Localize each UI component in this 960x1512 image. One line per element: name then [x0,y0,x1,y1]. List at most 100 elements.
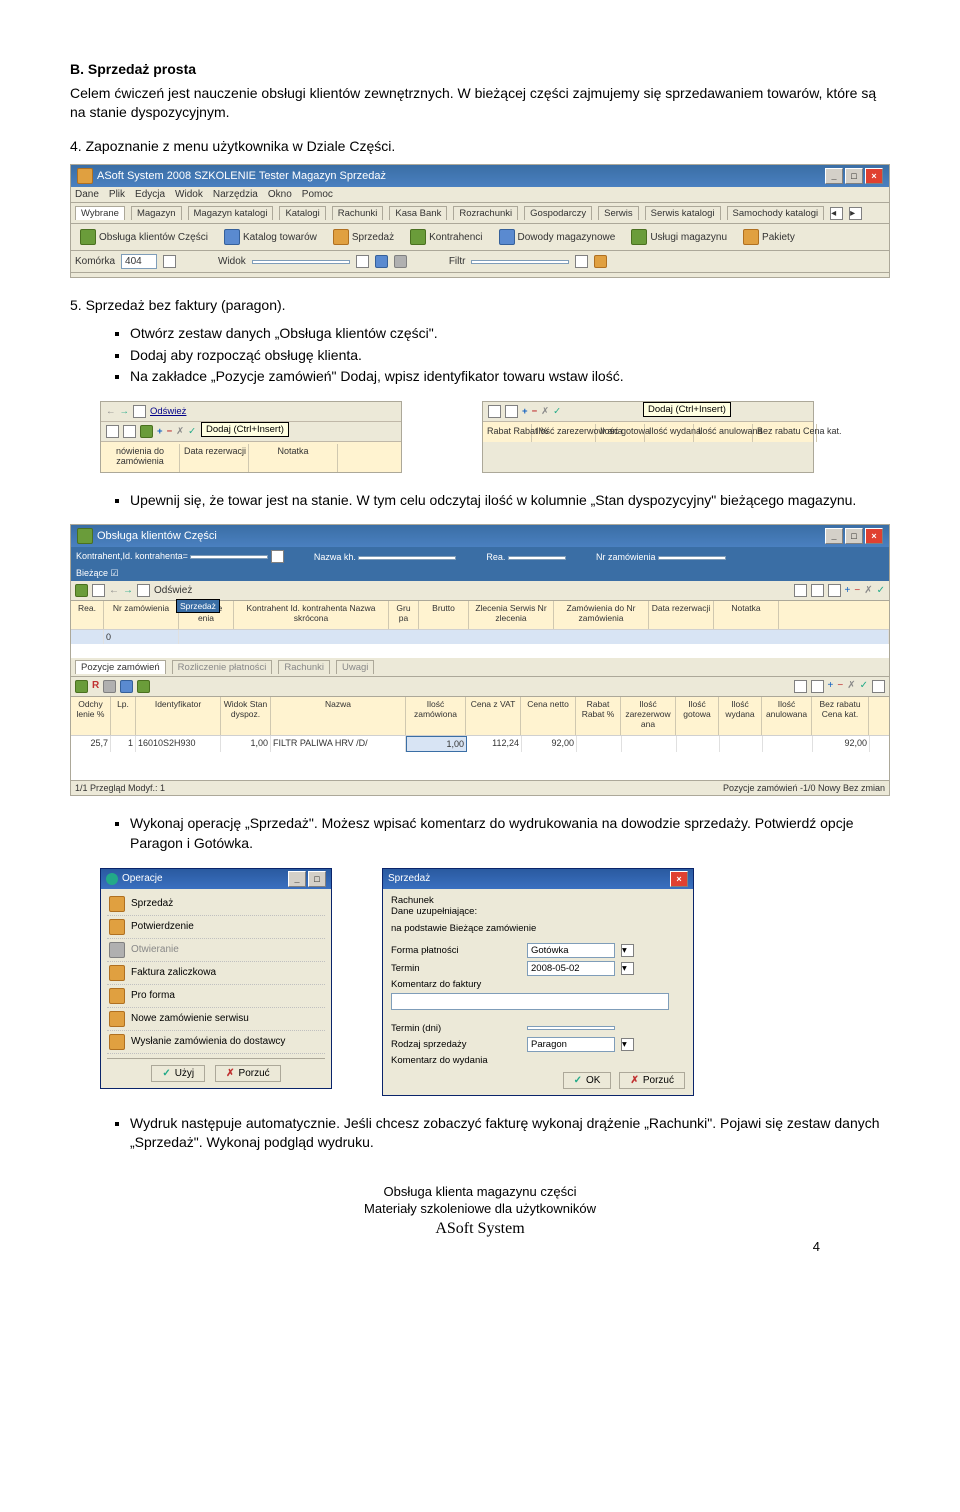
btn-ok[interactable]: ✓OK [563,1072,612,1089]
op-nowe-zamowienie[interactable]: Nowe zamówienie serwisu [107,1008,325,1031]
op-proforma[interactable]: Pro forma [107,985,325,1008]
close-button[interactable]: × [670,871,688,887]
minimize-button[interactable]: _ [288,871,306,887]
grid-icon[interactable] [488,405,501,418]
icon[interactable] [120,680,133,693]
plus-icon[interactable] [140,425,153,438]
op-icon [109,988,125,1004]
tooltip-dodaj2: Dodaj (Ctrl+Insert) [643,402,731,417]
btn-sprzedaz[interactable]: Sprzedaż [328,227,399,247]
tab-serwis-katalogi[interactable]: Serwis katalogi [645,206,721,220]
tab-wybrane[interactable]: Wybrane [75,206,125,220]
close-button[interactable]: × [865,528,883,544]
scroll-right-icon[interactable]: ▸ [849,207,862,220]
refresh-icon[interactable] [137,584,150,597]
btn-kontrahenci[interactable]: Kontrahenci [405,227,487,247]
col: Cena z VAT [466,697,521,735]
sp-field-termin[interactable]: 2008-05-02 [527,961,615,976]
icon[interactable] [811,680,824,693]
icon[interactable] [872,680,885,693]
calendar-icon[interactable]: ▾ [621,962,634,975]
menu-widok[interactable]: Widok [175,189,203,200]
minimize-button[interactable]: _ [825,528,843,544]
op-potwierdzenie[interactable]: Potwierdzenie [107,916,325,939]
op-faktura[interactable]: Faktura zaliczkowa [107,962,325,985]
tool-icon2[interactable] [394,255,407,268]
btn-dowody[interactable]: Dowody magazynowe [494,227,621,247]
tab-pozycje[interactable]: Pozycje zamówień [75,660,166,674]
grid-icon[interactable] [106,425,119,438]
op-sprzedaz[interactable]: Sprzedaż [107,893,325,916]
menu-plik[interactable]: Plik [109,189,125,200]
tool-icon[interactable] [375,255,388,268]
menu-narzedzia[interactable]: Narzędzia [213,189,258,200]
tab-serwis[interactable]: Serwis [598,206,639,220]
kontrahent-field[interactable] [190,555,268,559]
sp-field-rodzaj[interactable]: Paragon [527,1037,615,1052]
maximize-button[interactable]: □ [308,871,326,887]
col-header: Ilość wydana [645,424,694,442]
save-icon[interactable] [828,584,841,597]
nazwa-field[interactable] [358,556,456,560]
save-icon[interactable] [505,405,518,418]
menu-pomoc[interactable]: Pomoc [302,189,333,200]
icon[interactable] [103,680,116,693]
minimize-button[interactable]: _ [825,168,843,184]
tab-uwagi[interactable]: Uwagi [336,660,374,674]
filtr-dropdown-icon[interactable] [575,255,588,268]
maximize-button[interactable]: □ [845,528,863,544]
dropdown-icon[interactable]: ▾ [621,1038,634,1051]
nr-field[interactable] [658,556,726,560]
btn-uzyj[interactable]: ✓Użyj [151,1065,205,1082]
rea-field[interactable] [508,556,566,560]
icon[interactable] [137,680,150,693]
maximize-button[interactable]: □ [845,168,863,184]
btn-uslugi[interactable]: Usługi magazynu [626,227,732,247]
sp-field-termin-dni[interactable] [527,1026,615,1030]
sp-field-komentarz[interactable] [391,993,669,1010]
btn-pakiety[interactable]: Pakiety [738,227,800,247]
btn-katalog[interactable]: Katalog towarów [219,227,322,247]
op-wyslanie[interactable]: Wysłanie zamówienia do dostawcy [107,1031,325,1054]
menu-edycja[interactable]: Edycja [135,189,165,200]
grid-icon[interactable] [811,584,824,597]
bullet: Otwórz zestaw danych „Obsługa klientów c… [130,324,890,344]
tab-magazyn-katalogi[interactable]: Magazyn katalogi [188,206,274,220]
find-icon[interactable] [794,584,807,597]
refresh-label[interactable]: Odśwież [150,406,186,417]
save-icon[interactable] [123,425,136,438]
cell-ilosc[interactable]: 1,00 [406,736,467,752]
tab-magazyn[interactable]: Magazyn [131,206,182,220]
scroll-left-icon[interactable]: ◂ [830,207,843,220]
komorka-field[interactable]: 404 [121,254,157,269]
widok-field[interactable] [252,260,350,264]
lbl-rea: Rea. [486,552,505,562]
icon[interactable] [92,584,105,597]
tab-rozliczenie[interactable]: Rozliczenie płatności [172,660,273,674]
sp-field-forma[interactable]: Gotówka [527,943,615,958]
refresh-icon[interactable] [133,405,146,418]
filtr-field[interactable] [471,260,569,264]
menu-dane[interactable]: Dane [75,189,99,200]
tab-gospodarczy[interactable]: Gospodarczy [524,206,592,220]
tab-rozrachunki[interactable]: Rozrachunki [453,206,518,220]
widok-dropdown-icon[interactable] [356,255,369,268]
btn-porzuc[interactable]: ✗Porzuć [215,1065,281,1082]
icon[interactable] [75,584,88,597]
lookup-icon[interactable] [163,255,176,268]
tab-rachunki2[interactable]: Rachunki [278,660,330,674]
refresh-label[interactable]: Odśwież [154,585,192,596]
magnifier-icon[interactable] [594,255,607,268]
dropdown-icon[interactable]: ▾ [621,944,634,957]
tab-katalogi[interactable]: Katalogi [279,206,325,220]
close-button[interactable]: × [865,168,883,184]
btn-obsluga[interactable]: Obsługa klientów Części [75,227,213,247]
tab-rachunki[interactable]: Rachunki [332,206,384,220]
lookup-icon[interactable]: … [271,550,284,563]
icon[interactable] [75,680,88,693]
tab-samochody[interactable]: Samochody katalogi [727,206,825,220]
icon[interactable] [794,680,807,693]
menu-okno[interactable]: Okno [268,189,292,200]
tab-kasa[interactable]: Kasa Bank [389,206,447,220]
btn-porzuc2[interactable]: ✗Porzuć [619,1072,685,1089]
